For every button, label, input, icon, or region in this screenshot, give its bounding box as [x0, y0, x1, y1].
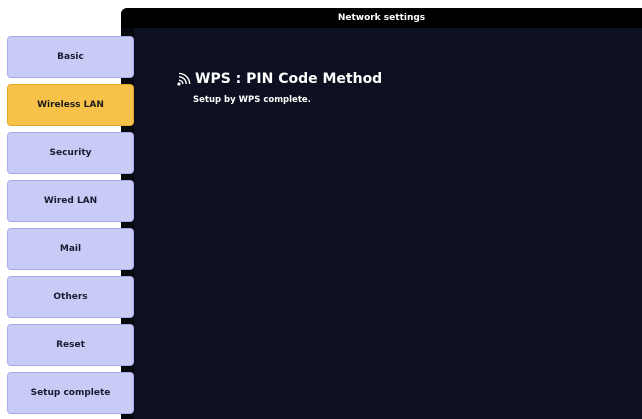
page-title: WPS : PIN Code Method — [195, 71, 383, 87]
sidebar-item-setup-complete[interactable]: Setup complete — [7, 372, 134, 414]
sidebar-item-label: Mail — [59, 244, 82, 254]
sidebar-item-label: Wired LAN — [43, 196, 98, 206]
sidebar-item-label: Reset — [56, 340, 85, 350]
status-message: Setup by WPS complete. — [193, 95, 311, 105]
wireless-signal-icon — [177, 72, 191, 86]
sidebar-item-label: Setup complete — [30, 388, 111, 398]
sidebar-item-mail[interactable]: Mail — [7, 228, 134, 270]
sidebar-item-wireless-lan[interactable]: Wireless LAN — [7, 84, 134, 126]
sidebar-item-label: Security — [49, 148, 92, 158]
network-settings-screen: Network settings Basic Wireless LAN Secu… — [0, 0, 642, 419]
sidebar-item-others[interactable]: Others — [7, 276, 134, 318]
sidebar-item-wired-lan[interactable]: Wired LAN — [7, 180, 134, 222]
sidebar-item-label: Others — [53, 292, 88, 302]
sidebar-item-reset[interactable]: Reset — [7, 324, 134, 366]
page-heading: WPS : PIN Code Method — [176, 70, 382, 88]
sidebar-item-label: Basic — [57, 52, 84, 62]
sidebar-item-security[interactable]: Security — [7, 132, 134, 174]
sidebar-item-label: Wireless LAN — [37, 100, 104, 110]
sidebar-item-basic[interactable]: Basic — [7, 36, 134, 78]
window-title: Network settings — [121, 8, 642, 28]
